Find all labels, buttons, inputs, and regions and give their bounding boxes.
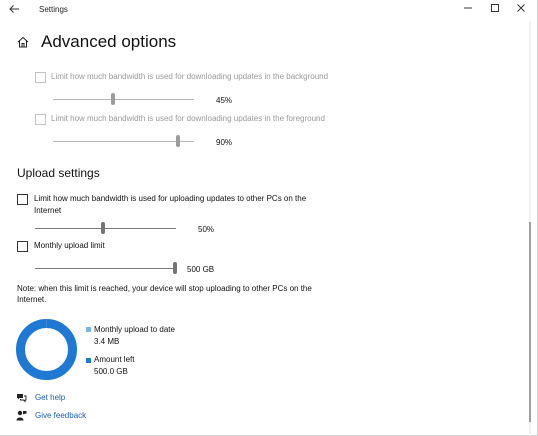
slider-track bbox=[53, 141, 194, 142]
upload-settings-heading: Upload settings bbox=[17, 166, 100, 180]
note-line: Note: when this limit is reached, your d… bbox=[17, 284, 312, 293]
monthly-upload-limit-label: Monthly upload limit bbox=[34, 241, 105, 250]
upload-limit-note: Note: when this limit is reached, your d… bbox=[17, 283, 347, 305]
slider-track bbox=[53, 99, 194, 100]
limit-upload-bandwidth-label-cont: Internet bbox=[34, 206, 62, 215]
slider-thumb[interactable] bbox=[176, 135, 180, 147]
slider-thumb[interactable] bbox=[173, 262, 177, 274]
get-help-link[interactable]: Get help bbox=[35, 393, 65, 402]
background-download-value: 45% bbox=[216, 96, 233, 105]
limit-upload-bandwidth-label: Limit how much bandwidth is used for upl… bbox=[34, 194, 307, 203]
title-bar: Settings bbox=[0, 0, 538, 22]
minimize-icon bbox=[464, 7, 472, 9]
window-title: Settings bbox=[39, 5, 68, 14]
amount-left-legend-swatch bbox=[86, 358, 91, 363]
amount-left-legend-label: Amount left bbox=[94, 355, 135, 364]
slider-thumb[interactable] bbox=[101, 222, 105, 234]
note-line: Internet. bbox=[17, 295, 47, 304]
minimize-button[interactable] bbox=[461, 3, 475, 17]
upload-usage-donut bbox=[16, 319, 77, 380]
uploaded-legend-label: Monthly upload to date bbox=[94, 325, 175, 334]
scrollbar-thumb[interactable] bbox=[529, 222, 531, 422]
back-arrow-icon bbox=[9, 5, 19, 13]
limit-foreground-download-checkbox[interactable] bbox=[35, 114, 46, 125]
monthly-upload-limit-checkbox[interactable] bbox=[17, 241, 28, 252]
amount-left-value: 500.0 GB bbox=[94, 367, 128, 376]
foreground-download-value: 90% bbox=[216, 138, 233, 147]
maximize-button[interactable] bbox=[488, 3, 502, 17]
monthly-upload-value: 500 GB bbox=[187, 265, 215, 274]
limit-background-download-label: Limit how much bandwidth is used for dow… bbox=[51, 72, 329, 81]
slider-track bbox=[35, 228, 176, 229]
uploaded-value: 3.4 MB bbox=[94, 337, 120, 346]
upload-bandwidth-value: 50% bbox=[198, 225, 215, 234]
slider-thumb[interactable] bbox=[111, 93, 115, 105]
settings-window: Settings Advanced options Limit how much… bbox=[0, 0, 538, 436]
limit-foreground-download-label: Limit how much bandwidth is used for dow… bbox=[51, 114, 325, 123]
close-button[interactable] bbox=[514, 3, 528, 17]
home-icon bbox=[17, 36, 29, 48]
limit-background-download-checkbox[interactable] bbox=[35, 72, 46, 83]
help-chat-icon bbox=[17, 394, 27, 403]
page-title: Advanced options bbox=[41, 32, 177, 51]
feedback-person-icon bbox=[16, 410, 27, 421]
uploaded-legend-swatch bbox=[86, 327, 91, 332]
close-icon bbox=[517, 4, 525, 12]
slider-track bbox=[35, 268, 176, 269]
maximize-icon bbox=[491, 4, 499, 12]
limit-upload-bandwidth-checkbox[interactable] bbox=[17, 194, 28, 205]
back-button[interactable] bbox=[8, 3, 24, 17]
amount-left-ring bbox=[16, 319, 77, 380]
give-feedback-link[interactable]: Give feedback bbox=[35, 411, 86, 420]
